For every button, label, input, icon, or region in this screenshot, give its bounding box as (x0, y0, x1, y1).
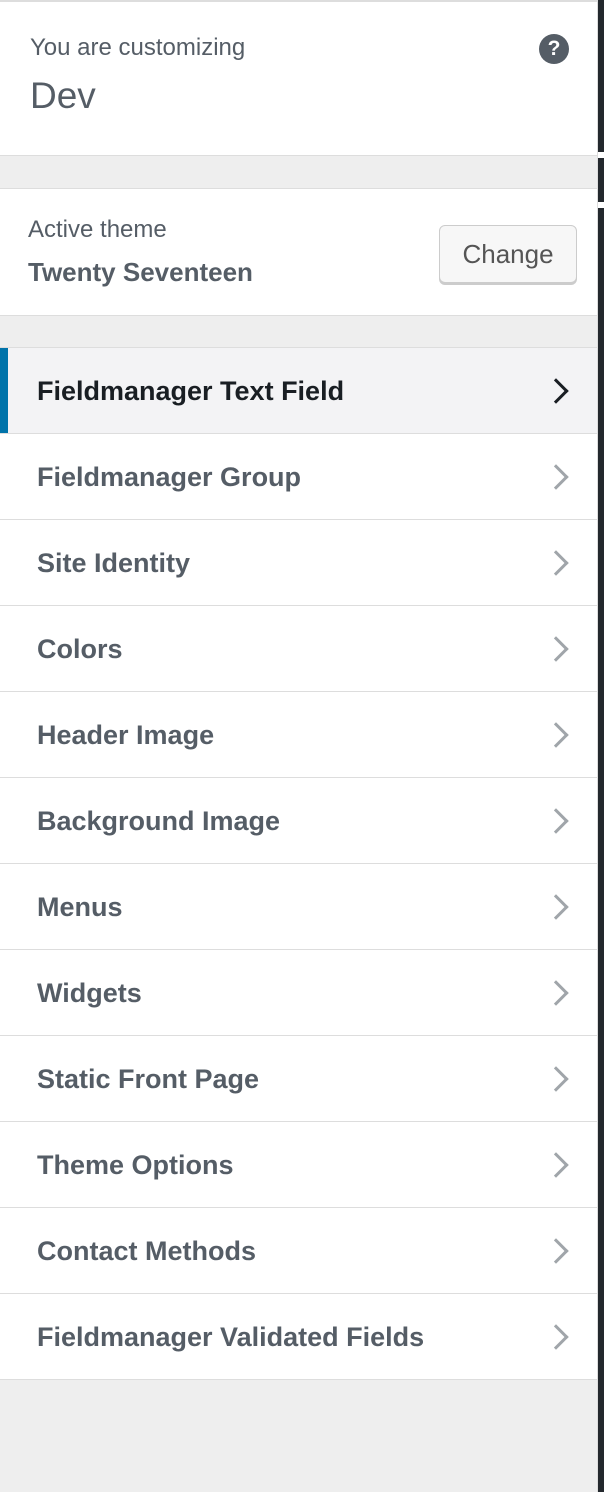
chevron-right-icon (543, 1237, 569, 1264)
chevron-right-icon (543, 377, 569, 404)
menu-item-static-front-page[interactable]: Static Front Page (0, 1036, 597, 1122)
menu-item-label: Theme Options (37, 1149, 234, 1180)
menu-item-site-identity[interactable]: Site Identity (0, 520, 597, 606)
site-title: Dev (30, 75, 96, 116)
chevron-right-icon (543, 549, 569, 576)
active-theme-section: Active theme Twenty Seventeen Change (0, 188, 597, 316)
help-icon[interactable]: ? (539, 34, 569, 64)
menu-item-header-image[interactable]: Header Image (0, 692, 597, 778)
menu-item-fieldmanager-text-field[interactable]: Fieldmanager Text Field (0, 348, 597, 434)
chevron-right-icon (543, 1151, 569, 1178)
menu-item-label: Colors (37, 633, 123, 664)
customize-info-header: You are customizing Dev ? (0, 0, 597, 156)
chevron-right-icon (543, 807, 569, 834)
chevron-right-icon (543, 893, 569, 920)
menu-item-background-image[interactable]: Background Image (0, 778, 597, 864)
customizer-panel: You are customizing Dev ? Active theme T… (0, 0, 598, 1492)
menu-item-label: Fieldmanager Text Field (37, 375, 345, 406)
menu-item-menus[interactable]: Menus (0, 864, 597, 950)
customizer-section-list: Fieldmanager Text Field Fieldmanager Gro… (0, 347, 597, 1380)
chevron-right-icon (543, 979, 569, 1006)
menu-item-fieldmanager-group[interactable]: Fieldmanager Group (0, 434, 597, 520)
preview-edge (598, 0, 604, 1492)
menu-item-label: Widgets (37, 977, 142, 1008)
chevron-right-icon (543, 1323, 569, 1350)
menu-item-label: Fieldmanager Validated Fields (37, 1321, 425, 1352)
change-theme-button[interactable]: Change (439, 225, 577, 283)
chevron-right-icon (543, 463, 569, 490)
customizing-label: You are customizing (30, 34, 246, 61)
chevron-right-icon (543, 721, 569, 748)
menu-item-label: Static Front Page (37, 1063, 260, 1094)
menu-item-label: Site Identity (37, 547, 191, 578)
edge-marker (598, 202, 604, 208)
menu-item-label: Contact Methods (37, 1235, 256, 1266)
menu-item-label: Header Image (37, 719, 215, 750)
customizer-frame: You are customizing Dev ? Active theme T… (0, 0, 604, 1492)
menu-item-label: Background Image (37, 805, 281, 836)
menu-item-label: Menus (37, 891, 123, 922)
chevron-right-icon (543, 1065, 569, 1092)
menu-item-colors[interactable]: Colors (0, 606, 597, 692)
edge-marker (598, 152, 604, 158)
menu-item-widgets[interactable]: Widgets (0, 950, 597, 1036)
menu-item-contact-methods[interactable]: Contact Methods (0, 1208, 597, 1294)
menu-item-label: Fieldmanager Group (37, 461, 302, 492)
menu-item-fieldmanager-validated-fields[interactable]: Fieldmanager Validated Fields (0, 1294, 597, 1380)
menu-item-theme-options[interactable]: Theme Options (0, 1122, 597, 1208)
chevron-right-icon (543, 635, 569, 662)
